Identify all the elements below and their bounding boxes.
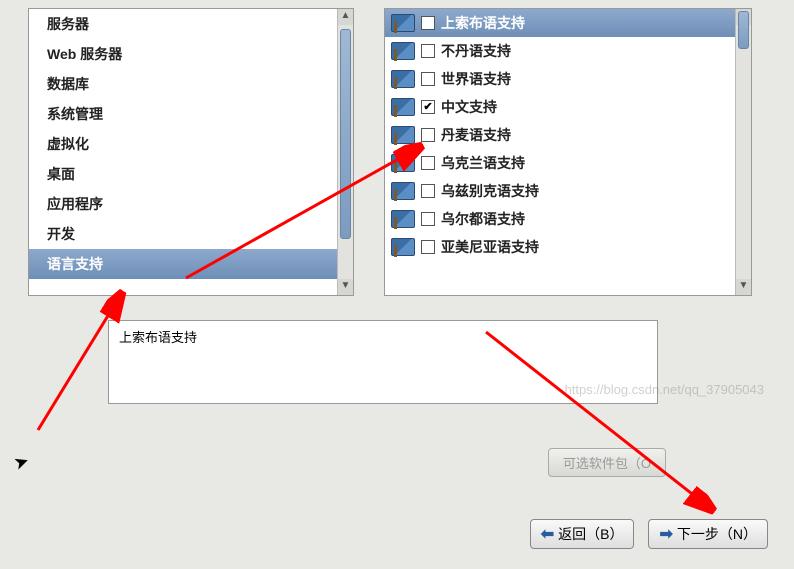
- language-item[interactable]: 世界语支持: [385, 65, 751, 93]
- language-label: 上索布语支持: [441, 13, 525, 33]
- scrollbar-left[interactable]: ▲ ▼: [337, 9, 353, 295]
- flag-icon: [391, 98, 415, 116]
- flag-icon: [391, 182, 415, 200]
- flag-icon: [391, 14, 415, 32]
- language-label: 世界语支持: [441, 69, 511, 89]
- scrollbar-right[interactable]: ▲ ▼: [735, 9, 751, 295]
- language-checkbox[interactable]: [421, 240, 435, 254]
- language-checkbox[interactable]: [421, 44, 435, 58]
- scroll-thumb[interactable]: [340, 29, 351, 239]
- category-item[interactable]: 虚拟化: [29, 129, 353, 159]
- language-checkbox[interactable]: ✔: [421, 100, 435, 114]
- language-item[interactable]: 上索布语支持: [385, 9, 751, 37]
- scroll-thumb[interactable]: [738, 11, 749, 49]
- language-label: 亚美尼亚语支持: [441, 237, 539, 257]
- arrow-right-icon: ➡: [659, 524, 672, 544]
- scroll-down-icon[interactable]: ▼: [736, 279, 751, 295]
- arrow-left-icon: ⬅: [541, 524, 554, 544]
- language-item[interactable]: 乌尔都语支持: [385, 205, 751, 233]
- language-item[interactable]: 丹麦语支持: [385, 121, 751, 149]
- language-label: 乌兹别克语支持: [441, 181, 539, 201]
- flag-icon: [391, 154, 415, 172]
- language-checkbox[interactable]: [421, 16, 435, 30]
- language-label: 不丹语支持: [441, 41, 511, 61]
- language-item[interactable]: ✔ 中文支持: [385, 93, 751, 121]
- category-item[interactable]: 开发: [29, 219, 353, 249]
- category-item[interactable]: 桌面: [29, 159, 353, 189]
- language-checkbox[interactable]: [421, 184, 435, 198]
- watermark-text: https://blog.csdn.net/qq_37905043: [565, 382, 765, 397]
- flag-icon: [391, 126, 415, 144]
- category-item[interactable]: Web 服务器: [29, 39, 353, 69]
- back-button[interactable]: ⬅ 返回（B）: [530, 519, 635, 549]
- language-item[interactable]: 亚美尼亚语支持: [385, 233, 751, 261]
- category-item[interactable]: 语言支持: [29, 249, 353, 279]
- language-item[interactable]: 乌克兰语支持: [385, 149, 751, 177]
- category-listbox[interactable]: 服务器Web 服务器数据库系统管理虚拟化桌面应用程序开发语言支持 ▲ ▼: [28, 8, 354, 296]
- flag-icon: [391, 238, 415, 256]
- language-checkbox[interactable]: [421, 128, 435, 142]
- category-item[interactable]: 数据库: [29, 69, 353, 99]
- language-label: 乌尔都语支持: [441, 209, 525, 229]
- language-checkbox[interactable]: [421, 156, 435, 170]
- flag-icon: [391, 210, 415, 228]
- category-item[interactable]: 应用程序: [29, 189, 353, 219]
- flag-icon: [391, 70, 415, 88]
- language-label: 丹麦语支持: [441, 125, 511, 145]
- language-label: 乌克兰语支持: [441, 153, 525, 173]
- flag-icon: [391, 42, 415, 60]
- language-listbox[interactable]: 上索布语支持不丹语支持世界语支持 ✔ 中文支持丹麦语支持乌克兰语支持乌兹别克语支持乌…: [384, 8, 752, 296]
- language-checkbox[interactable]: [421, 72, 435, 86]
- description-text: 上索布语支持: [119, 330, 197, 345]
- language-checkbox[interactable]: [421, 212, 435, 226]
- optional-packages-button[interactable]: 可选软件包（O: [548, 448, 666, 477]
- language-label: 中文支持: [441, 97, 497, 117]
- language-item[interactable]: 不丹语支持: [385, 37, 751, 65]
- category-item[interactable]: 系统管理: [29, 99, 353, 129]
- scroll-down-icon[interactable]: ▼: [338, 279, 353, 295]
- cursor-icon: ➤: [11, 450, 32, 475]
- next-button[interactable]: ➡ 下一步（N）: [648, 519, 768, 549]
- category-item[interactable]: 服务器: [29, 9, 353, 39]
- scroll-up-icon[interactable]: ▲: [338, 9, 353, 25]
- language-item[interactable]: 乌兹别克语支持: [385, 177, 751, 205]
